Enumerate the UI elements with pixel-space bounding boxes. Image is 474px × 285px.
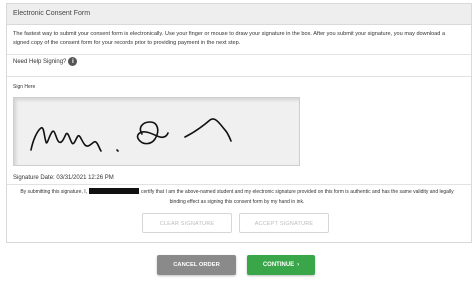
cert-prefix: By submitting this signature, I, bbox=[20, 189, 88, 195]
help-signing[interactable]: Need Help Signing? i bbox=[13, 57, 78, 66]
intro-text: The fastest way to submit your consent f… bbox=[13, 31, 446, 46]
divider bbox=[7, 54, 471, 55]
signature-date-label: Signature Date: bbox=[13, 175, 55, 181]
panel-title: Electronic Consent Form bbox=[7, 4, 471, 25]
cancel-order-button[interactable]: CANCEL ORDER bbox=[157, 255, 236, 275]
divider bbox=[7, 184, 471, 185]
cert-suffix: certify that I am the above-named studen… bbox=[141, 189, 454, 205]
help-label: Need Help Signing? bbox=[13, 58, 67, 65]
sign-here-label: Sign Here bbox=[13, 84, 36, 90]
signature-drawing bbox=[30, 118, 232, 152]
continue-button[interactable]: CONTINUE › bbox=[247, 255, 315, 275]
clear-signature-button[interactable]: CLEAR SIGNATURE bbox=[142, 213, 232, 233]
accept-signature-button[interactable]: ACCEPT SIGNATURE bbox=[239, 213, 329, 233]
signature-date: Signature Date: 03/31/2021 12:26 PM bbox=[13, 175, 114, 181]
redacted-name bbox=[89, 188, 140, 194]
continue-label: CONTINUE bbox=[262, 262, 295, 268]
signature-pad[interactable] bbox=[13, 97, 300, 166]
info-icon[interactable]: i bbox=[68, 57, 78, 66]
signature-date-value: 03/31/2021 12:26 PM bbox=[56, 175, 114, 181]
divider bbox=[7, 76, 471, 77]
certification-text: By submitting this signature, I, certify … bbox=[20, 187, 454, 207]
chevron-right-icon: › bbox=[297, 262, 300, 268]
